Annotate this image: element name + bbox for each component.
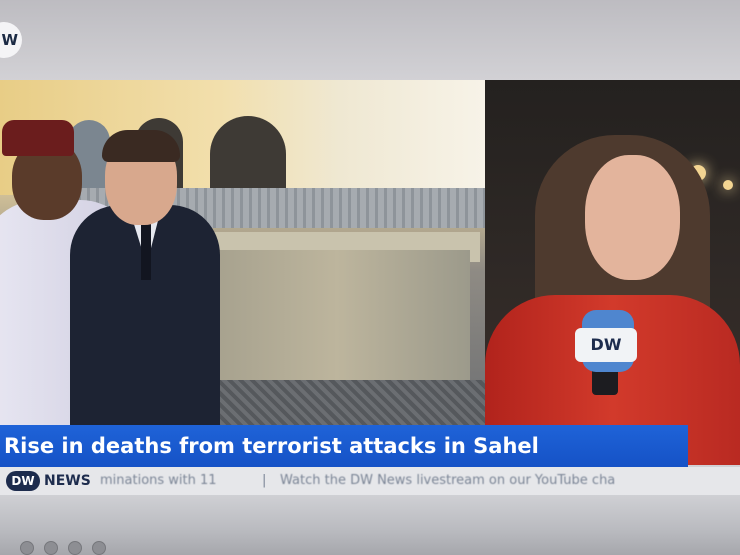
ticker-channel-label: NEWS [44,473,91,489]
tv-screen: W DW Rise in deaths from terrorist attac… [0,0,740,555]
video-right-reporter: DW [485,80,740,465]
dw-corner-logo: W [0,22,22,58]
video-left-two-leaders [0,80,485,425]
man2-hair [102,130,180,162]
dw-ticker-logo: DW [6,471,40,491]
ticker-item: minations with 11 [100,473,217,488]
wooden-shed [205,250,470,400]
dark-tie [141,220,151,280]
reporter-face [585,155,680,280]
arch-doorway [210,116,286,194]
bezel-button [44,541,58,555]
bezel-button [92,541,106,555]
ticker-item: Watch the DW News livestream on our YouT… [280,473,616,488]
street-light [723,180,733,190]
bezel-button [68,541,82,555]
tv-top-bezel: W [0,0,740,80]
bezel-button [20,541,34,555]
mic-flag-dw-logo: DW [575,328,637,362]
red-cap [2,120,74,156]
ticker-separator: | [262,473,267,488]
headline-lower-third: Rise in deaths from terrorist attacks in… [0,425,688,467]
news-ticker: DW NEWS minations with 11 | Watch the DW… [0,467,740,495]
tv-bottom-bezel [0,495,740,555]
